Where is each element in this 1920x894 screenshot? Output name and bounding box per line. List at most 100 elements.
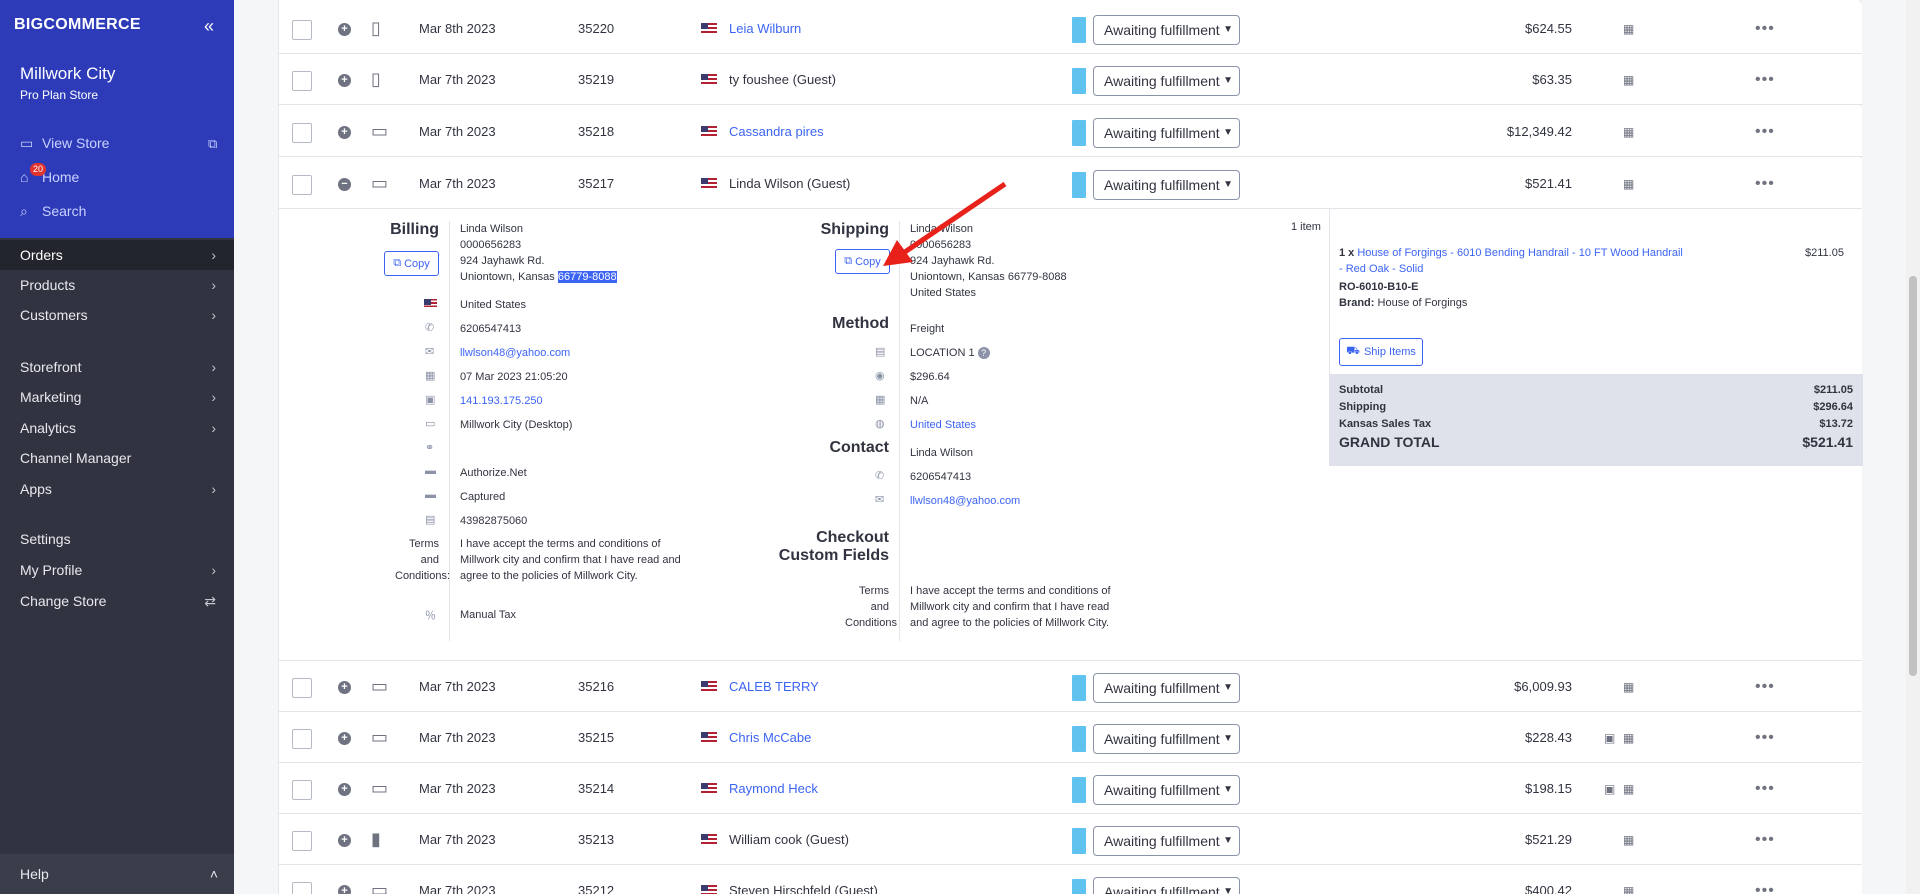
row-checkbox[interactable] <box>292 678 312 698</box>
billing-email-link[interactable]: llwlson48@yahoo.com <box>460 345 570 361</box>
row-checkbox[interactable] <box>292 71 312 91</box>
table-row[interactable]: + ▭ Mar 7th 2023 35214 Raymond Heck Awai… <box>279 763 1862 814</box>
order-id[interactable]: 35217 <box>578 158 614 209</box>
calendar-icon[interactable]: ▦ <box>1623 22 1634 36</box>
row-checkbox[interactable] <box>292 882 312 894</box>
collapse-sidebar-icon[interactable]: « <box>204 16 214 37</box>
collapse-icon[interactable]: − <box>338 178 351 191</box>
expand-icon[interactable]: + <box>338 23 351 36</box>
order-id[interactable]: 35219 <box>578 54 614 105</box>
bigcommerce-logo[interactable]: BIGCOMMERCE <box>14 16 141 34</box>
customer-link[interactable]: CALEB TERRY <box>729 679 819 694</box>
table-row-expanded[interactable]: − ▭ Mar 7th 2023 35217 Linda Wilson (Gue… <box>279 158 1862 209</box>
status-select[interactable]: Awaiting fulfillment ▼ <box>1093 15 1240 45</box>
table-row[interactable]: + ▭ Mar 7th 2023 35218 Cassandra pires A… <box>279 106 1862 157</box>
table-row[interactable]: + ▭ Mar 7th 2023 35212 Steven Hirschfeld… <box>279 865 1862 894</box>
more-actions-icon[interactable]: ••• <box>1755 175 1775 193</box>
row-checkbox[interactable] <box>292 20 312 40</box>
scrollbar-thumb[interactable] <box>1909 276 1917 676</box>
calendar-icon[interactable]: ▦ <box>1623 833 1634 847</box>
expand-icon[interactable]: + <box>338 74 351 87</box>
order-id[interactable]: 35215 <box>578 712 614 763</box>
more-actions-icon[interactable]: ••• <box>1755 780 1775 798</box>
nav-analytics[interactable]: Analytics › <box>0 413 234 443</box>
home-link[interactable]: ⌂ 20 Home <box>20 163 79 188</box>
table-row[interactable]: + ▮ Mar 7th 2023 35213 William cook (Gue… <box>279 814 1862 865</box>
nav-settings[interactable]: Settings <box>0 524 234 554</box>
order-id[interactable]: 35214 <box>578 763 614 814</box>
calendar-icon[interactable]: ▦ <box>1623 731 1634 745</box>
expand-icon[interactable]: + <box>338 732 351 745</box>
row-checkbox[interactable] <box>292 123 312 143</box>
help-button[interactable]: Help ˄ <box>0 854 234 894</box>
order-id[interactable]: 35216 <box>578 661 614 712</box>
scrollbar[interactable] <box>1906 0 1920 894</box>
nav-marketing[interactable]: Marketing › <box>0 382 234 412</box>
table-row[interactable]: + ▯ Mar 8th 2023 35220 Leia Wilburn Awai… <box>279 3 1862 54</box>
external-link-icon[interactable]: ⧉ <box>208 136 217 152</box>
row-checkbox[interactable] <box>292 831 312 851</box>
ip-address-link[interactable]: 141.193.175.250 <box>460 393 543 409</box>
note-icon[interactable]: ▣ <box>1604 731 1615 745</box>
customer-link[interactable]: Leia Wilburn <box>729 21 801 36</box>
note-icon[interactable]: ▣ <box>1604 782 1615 796</box>
customer-link[interactable]: Raymond Heck <box>729 781 818 796</box>
order-id[interactable]: 35212 <box>578 865 614 894</box>
expand-icon[interactable]: + <box>338 885 351 894</box>
nav-change-store[interactable]: Change Store ⇄ <box>0 586 234 616</box>
status-select[interactable]: Awaiting fulfillment ▼ <box>1093 118 1240 148</box>
status-select[interactable]: Awaiting fulfillment ▼ <box>1093 170 1240 200</box>
shipping-country-link[interactable]: United States <box>910 417 976 433</box>
item-link[interactable]: House of Forgings - 6010 Bending Handrai… <box>1339 247 1683 275</box>
expand-icon[interactable]: + <box>338 681 351 694</box>
order-id[interactable]: 35220 <box>578 3 614 54</box>
nav-apps[interactable]: Apps › <box>0 474 234 504</box>
view-store-link[interactable]: ▭ View Store <box>20 132 109 154</box>
table-row[interactable]: + ▭ Mar 7th 2023 35215 Chris McCabe Awai… <box>279 712 1862 763</box>
status-select[interactable]: Awaiting fulfillment ▼ <box>1093 877 1240 894</box>
table-row[interactable]: + ▭ Mar 7th 2023 35216 CALEB TERRY Await… <box>279 661 1862 712</box>
more-actions-icon[interactable]: ••• <box>1755 729 1775 747</box>
nav-orders[interactable]: Orders › <box>0 240 234 270</box>
divider <box>1329 209 1330 379</box>
more-actions-icon[interactable]: ••• <box>1755 123 1775 141</box>
expand-icon[interactable]: + <box>338 126 351 139</box>
expand-icon[interactable]: + <box>338 834 351 847</box>
status-select[interactable]: Awaiting fulfillment ▼ <box>1093 826 1240 856</box>
nav-channel-manager[interactable]: Channel Manager <box>0 443 234 473</box>
help-icon[interactable]: ? <box>977 347 990 359</box>
calendar-icon[interactable]: ▦ <box>1623 680 1634 694</box>
row-checkbox[interactable] <box>292 729 312 749</box>
more-actions-icon[interactable]: ••• <box>1755 71 1775 89</box>
ship-items-button[interactable]: ⛟ Ship Items <box>1339 338 1423 366</box>
row-checkbox[interactable] <box>292 780 312 800</box>
nav-storefront[interactable]: Storefront › <box>0 352 234 382</box>
search-link[interactable]: ⌕ Search <box>20 200 86 222</box>
calendar-icon[interactable]: ▦ <box>1623 73 1634 87</box>
status-select[interactable]: Awaiting fulfillment ▼ <box>1093 724 1240 754</box>
billing-zip-selected[interactable]: 66779-8088 <box>557 271 617 283</box>
calendar-icon[interactable]: ▦ <box>1623 884 1634 894</box>
status-select[interactable]: Awaiting fulfillment ▼ <box>1093 673 1240 703</box>
order-id[interactable]: 35218 <box>578 106 614 157</box>
row-checkbox[interactable] <box>292 175 312 195</box>
status-select[interactable]: Awaiting fulfillment ▼ <box>1093 66 1240 96</box>
more-actions-icon[interactable]: ••• <box>1755 831 1775 849</box>
nav-products[interactable]: Products › <box>0 270 234 300</box>
expand-icon[interactable]: + <box>338 783 351 796</box>
more-actions-icon[interactable]: ••• <box>1755 882 1775 894</box>
more-actions-icon[interactable]: ••• <box>1755 678 1775 696</box>
table-row[interactable]: + ▯ Mar 7th 2023 35219 ty foushee (Guest… <box>279 54 1862 105</box>
nav-customers[interactable]: Customers › <box>0 300 234 330</box>
calendar-icon[interactable]: ▦ <box>1623 125 1634 139</box>
customer-link[interactable]: Chris McCabe <box>729 730 811 745</box>
order-id[interactable]: 35213 <box>578 814 614 865</box>
customer-link[interactable]: Cassandra pires <box>729 124 824 139</box>
more-actions-icon[interactable]: ••• <box>1755 20 1775 38</box>
contact-email-link[interactable]: llwlson48@yahoo.com <box>910 493 1020 509</box>
calendar-icon[interactable]: ▦ <box>1623 782 1634 796</box>
status-select[interactable]: Awaiting fulfillment ▼ <box>1093 775 1240 805</box>
calendar-icon[interactable]: ▦ <box>1623 177 1634 191</box>
copy-billing-button[interactable]: ⧉ Copy <box>384 251 439 276</box>
nav-my-profile[interactable]: My Profile › <box>0 555 234 585</box>
